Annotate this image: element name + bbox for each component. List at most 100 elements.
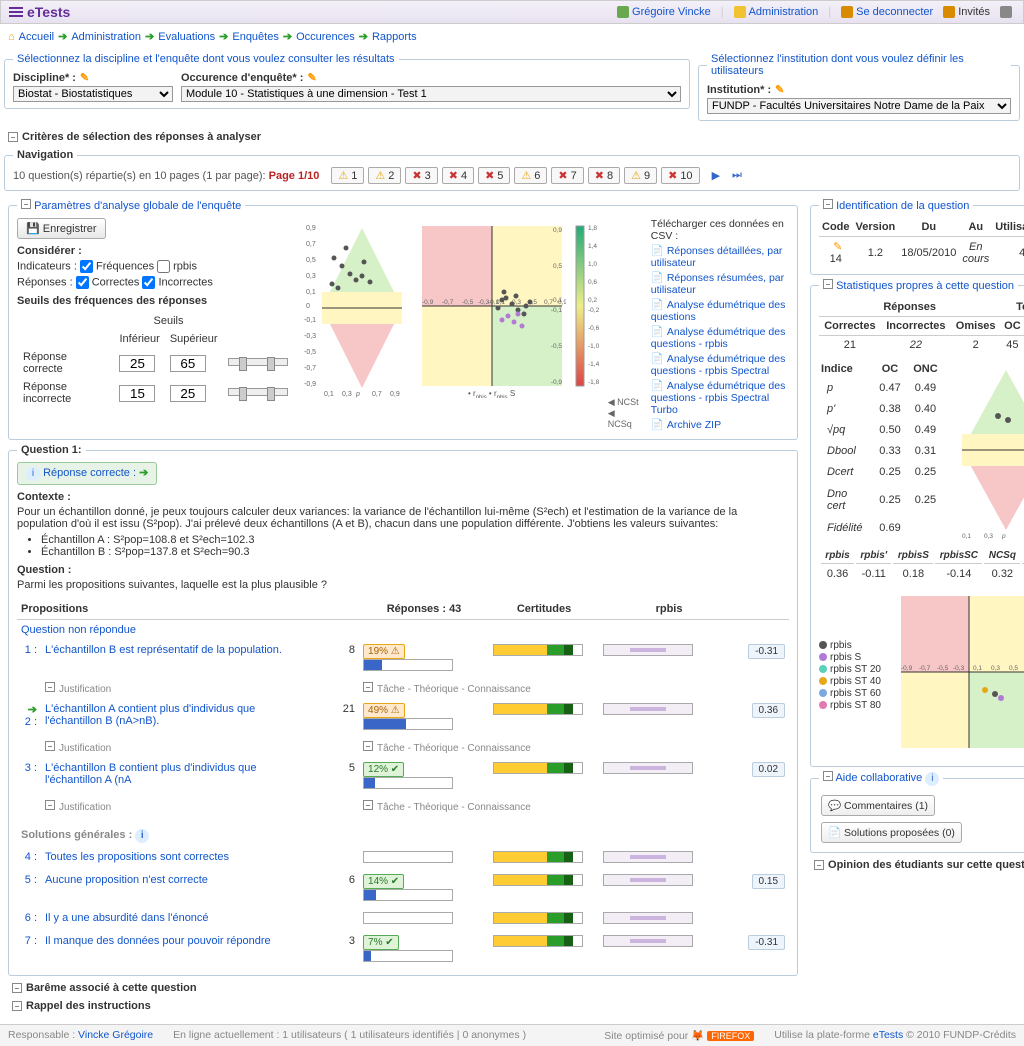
nav-q8[interactable]: ✖ 8 [588,167,620,184]
svg-text:-0,7: -0,7 [442,299,454,306]
crumb-enq[interactable]: Enquêtes [232,31,278,43]
crumb-occ[interactable]: Occurences [296,31,355,43]
pencil-icon[interactable]: ✎ [307,72,316,84]
pencil-icon[interactable]: ✎ [775,84,784,96]
stats-legend[interactable]: Statistiques propres à cette question [819,279,1018,292]
prop-text[interactable]: L'échantillon B est représentatif de la … [45,644,282,656]
user-name[interactable]: Grégoire Vincke [632,6,711,18]
prop-row: ➔ 2 :L'échantillon A contient plus d'ind… [17,699,789,737]
opinion-head[interactable]: Opinion des étudiants sur cette question [814,859,1024,871]
prop-text[interactable]: L'échantillon B contient plus d'individu… [45,762,257,786]
incorrect-checkbox[interactable] [142,276,155,289]
crumb-eval[interactable]: Evaluations [158,31,215,43]
svg-text:0,1: 0,1 [962,533,971,540]
dl-link-0[interactable]: 📄Réponses détaillées, par utilisateur [651,244,789,269]
params-fieldset: Paramètres d'analyse globale de l'enquêt… [8,199,798,440]
nav-q10[interactable]: ✖ 10 [661,167,699,184]
prop-row: 1 :L'échantillon B est représentatif de … [17,640,789,678]
pencil-icon[interactable]: ✎ [833,241,842,253]
svg-text:p: p [355,391,360,398]
calendar-icon[interactable] [1000,6,1012,18]
params-legend[interactable]: Paramètres d'analyse globale de l'enquêt… [17,199,245,212]
gen-text[interactable]: Aucune proposition n'est correcte [45,874,208,886]
institution-label: Institution* :✎ [707,83,1011,96]
pencil-icon[interactable]: ✎ [80,72,89,84]
seuils-head: Seuils des fréquences des réponses [17,295,294,307]
gen-text[interactable]: Il y a une absurdité dans l'énoncé [45,912,209,924]
prop-text[interactable]: L'échantillon A contient plus d'individu… [45,703,255,727]
nav-q9[interactable]: ⚠ 9 [624,167,657,184]
dl-link-2[interactable]: 📄Analyse édumétrique des questions [651,298,789,323]
side-chart-diamond: 0,90,50,1 D -0,1-0,5-0,9 0,10,3p0,70,9 [950,360,1024,540]
platform-link[interactable]: eTests [873,1029,903,1041]
stats-fieldset: Statistiques propres à cette question Ré… [810,279,1024,767]
nav-q3[interactable]: ✖ 3 [405,167,437,184]
bareme-head[interactable]: Barême associé à cette question [12,982,794,994]
last-icon[interactable]: ⏭ [732,169,742,182]
rc-inf-input[interactable] [119,355,155,372]
ri-inf-input[interactable] [119,385,155,402]
solutions-button[interactable]: 📄 Solutions proposées (0) [821,822,962,843]
discipline-select[interactable]: Biostat - Biostatistiques [13,86,173,102]
gen-row: 5 :Aucune proposition n'est correcte614%… [17,870,789,908]
nav-q5[interactable]: ✖ 5 [478,167,510,184]
guests-badge: Invités [943,6,990,18]
svg-text:• rpbis • rpbis S: • rpbis • rpbis S [468,389,515,398]
criteria-head[interactable]: Critères de sélection des réponses à ana… [8,131,1016,143]
svg-text:0,1: 0,1 [973,665,982,672]
nav-q2[interactable]: ⚠ 2 [368,167,401,184]
navigation-box: Navigation 10 question(s) répartie(s) en… [4,149,1020,191]
crumb-rapp[interactable]: Rapports [372,31,417,43]
params-form: 💾 Enregistrer Considérer : Indicateurs :… [17,218,294,433]
freq-checkbox[interactable] [80,260,93,273]
svg-text:0,9: 0,9 [306,225,316,232]
indices-table: IndiceOCONC p0.470.49p'0.380.40√pq0.500.… [819,360,944,540]
rc-slider[interactable] [228,358,288,366]
ri-sup-input[interactable] [170,385,206,402]
nav-q1[interactable]: ⚠ 1 [331,167,364,184]
ri-slider[interactable] [228,388,288,396]
svg-text:-0,9: -0,9 [304,381,316,388]
logout-link[interactable]: Se deconnecter [841,6,933,18]
home-icon[interactable]: ⌂ [8,31,15,43]
menu-icon[interactable] [9,5,23,19]
crumb-accueil[interactable]: Accueil [19,31,54,43]
next-icon[interactable]: ▶ [712,169,720,182]
save-button[interactable]: 💾 Enregistrer [17,218,106,239]
collapse-icon [21,199,31,209]
footer-resp-link[interactable]: Vincke Grégoire [78,1029,153,1041]
admin-link[interactable]: Administration [734,6,819,18]
svg-text:-0,5: -0,5 [304,349,316,356]
gen-text[interactable]: Il manque des données pour pouvoir répon… [45,935,271,947]
dl-link-1[interactable]: 📄Réponses résumées, par utilisateur [651,271,789,296]
chart-diamond: 0,90,70,50,30,1 0 -0,1-0,3-0,5-0,7-0,9 0… [304,218,403,398]
crumb-admin[interactable]: Administration [71,31,141,43]
col-rep: Réponses : 43 [359,599,489,620]
nonrep-row: Question non répondue [17,620,789,641]
info-icon[interactable]: i [135,829,149,843]
nav-q7[interactable]: ✖ 7 [551,167,583,184]
dl-link-6[interactable]: 📄Archive ZIP [651,418,789,431]
nav-q4[interactable]: ✖ 4 [442,167,474,184]
dl-link-5[interactable]: 📄Analyse édumétrique des questions - rpb… [651,379,789,416]
gen-text[interactable]: Toutes les propositions sont correctes [45,851,229,863]
comments-button[interactable]: 💬 Commentaires (1) [821,795,935,816]
svg-text:0,3: 0,3 [991,665,1000,672]
enquete-select[interactable]: Module 10 - Statistiques à une dimension… [181,86,681,102]
rappel-head[interactable]: Rappel des instructions [12,1000,794,1012]
svg-text:0,7: 0,7 [544,299,553,306]
correct-checkbox[interactable] [76,276,89,289]
svg-text:-1,4: -1,4 [588,361,600,368]
user-badge[interactable]: Grégoire Vincke [617,6,711,18]
dl-link-4[interactable]: 📄Analyse édumétrique des questions - rpb… [651,352,789,377]
ident-legend[interactable]: Identification de la question [819,199,973,212]
nav-legend: Navigation [13,149,77,161]
nav-q6[interactable]: ⚠ 6 [514,167,547,184]
rpbis-checkbox[interactable] [157,260,170,273]
rc-sup-input[interactable] [170,355,206,372]
institution-select[interactable]: FUNDP - Facultés Universitaires Notre Da… [707,98,1011,114]
dl-link-3[interactable]: 📄Analyse édumétrique des questions - rpb… [651,325,789,350]
svg-text:0,5: 0,5 [306,257,316,264]
rc-label: Réponse correcte [19,349,113,377]
collab-legend[interactable]: Aide collaborative i [819,771,943,786]
